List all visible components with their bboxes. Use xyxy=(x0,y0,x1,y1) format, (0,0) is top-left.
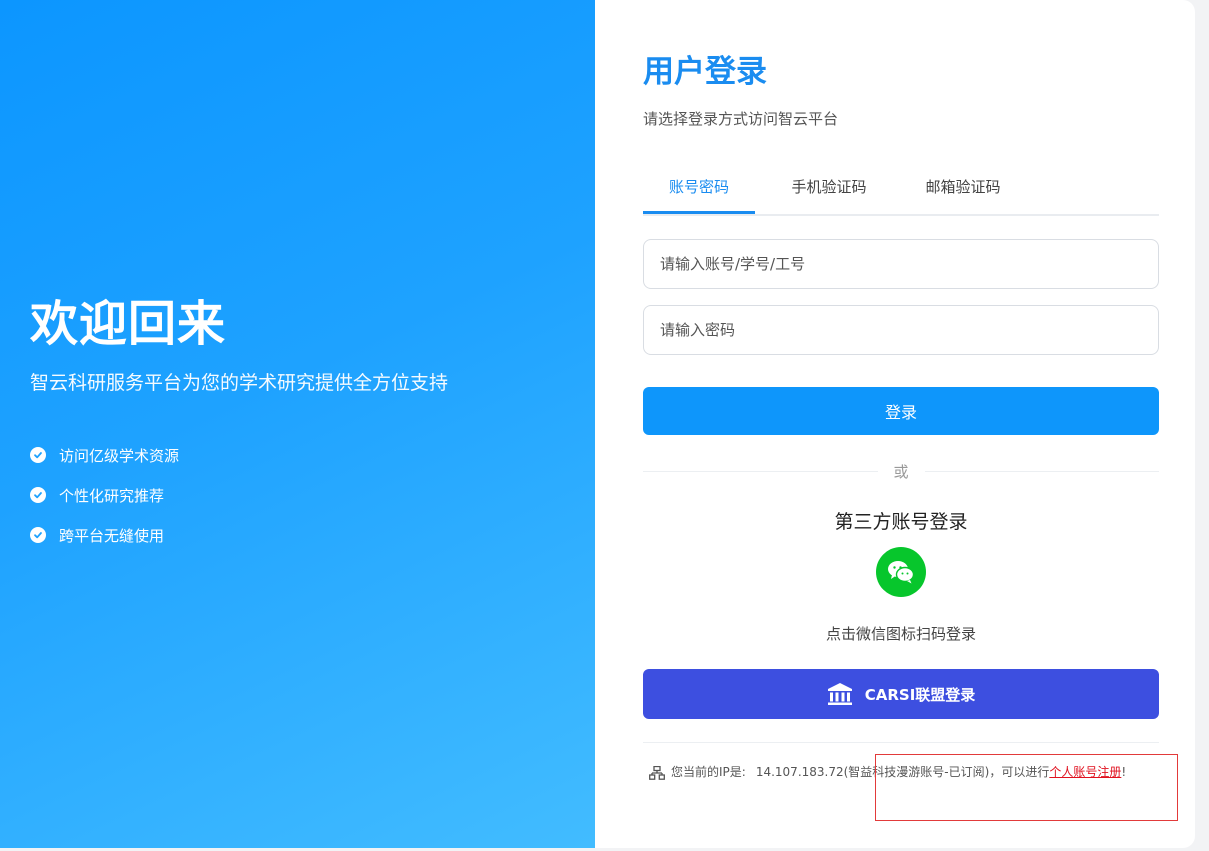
wechat-hint: 点击微信图标扫码登录 xyxy=(825,625,976,643)
tab-email-code[interactable]: 邮箱验证码 xyxy=(909,164,1017,212)
check-icon xyxy=(30,447,46,463)
feature-label: 访问亿级学术资源 xyxy=(59,446,180,465)
divider-text: 或 xyxy=(893,462,909,481)
footer-divider xyxy=(643,742,1159,743)
wechat-icon xyxy=(888,561,915,584)
ip-text: 14.107.183.72(智益科技漫游账号-已订阅)，可以进行 xyxy=(755,765,1050,779)
hero-subtitle: 智云科研服务平台为您的学术研究提供全方位支持 xyxy=(30,372,449,394)
feature-list: 访问亿级学术资源 个性化研究推荐 跨平台无缝使用 xyxy=(30,443,179,563)
divider-line xyxy=(643,470,878,472)
feature-item: 个性化研究推荐 xyxy=(30,483,179,507)
login-card: 欢迎回来 智云科研服务平台为您的学术研究提供全方位支持 访问亿级学术资源 个性化… xyxy=(0,0,1195,848)
feature-item: 访问亿级学术资源 xyxy=(30,443,179,467)
bank-icon xyxy=(827,683,852,705)
login-method-tabs: 账号密码 手机验证码 邮箱验证码 xyxy=(643,164,1159,216)
carsi-login-button[interactable]: CARSI联盟登录 xyxy=(643,669,1159,719)
third-party-title: 第三方账号登录 xyxy=(834,511,968,533)
login-panel: 用户登录 请选择登录方式访问智云平台 账号密码 手机验证码 邮箱验证码 登录 或… xyxy=(643,0,1160,848)
network-icon xyxy=(649,765,665,780)
feature-item: 跨平台无缝使用 xyxy=(30,523,179,547)
wechat-login-button[interactable] xyxy=(876,547,926,597)
feature-label: 个性化研究推荐 xyxy=(59,486,165,505)
username-input[interactable] xyxy=(643,239,1159,289)
register-link[interactable]: 个人账号注册 xyxy=(1049,765,1121,779)
check-icon xyxy=(30,527,46,543)
login-subtitle: 请选择登录方式访问智云平台 xyxy=(643,110,839,128)
tab-account-password[interactable]: 账号密码 xyxy=(643,164,755,214)
ip-label: 您当前的IP是: xyxy=(671,765,746,779)
divider-line xyxy=(924,470,1160,472)
or-divider: 或 xyxy=(643,459,1160,483)
ip-suffix: ! xyxy=(1121,765,1127,779)
feature-label: 跨平台无缝使用 xyxy=(59,526,165,545)
password-input[interactable] xyxy=(643,305,1159,355)
hero-title: 欢迎回来 xyxy=(30,296,227,352)
login-title: 用户登录 xyxy=(643,54,767,90)
check-icon xyxy=(30,487,46,503)
welcome-hero: 欢迎回来 智云科研服务平台为您的学术研究提供全方位支持 访问亿级学术资源 个性化… xyxy=(0,0,595,848)
tab-phone-code[interactable]: 手机验证码 xyxy=(774,164,884,212)
carsi-label: CARSI联盟登录 xyxy=(864,685,976,704)
login-button[interactable]: 登录 xyxy=(643,387,1159,435)
ip-info: 您当前的IP是: 14.107.183.72(智益科技漫游账号-已订阅)，可以进行… xyxy=(649,762,1159,782)
